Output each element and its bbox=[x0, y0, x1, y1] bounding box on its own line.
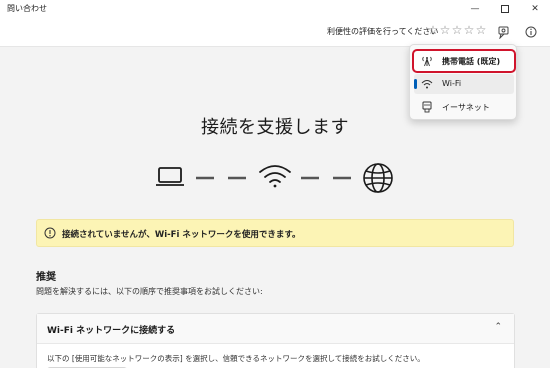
card-header[interactable]: Wi-Fi ネットワークに接続する ⌃ bbox=[37, 314, 514, 344]
minimize-icon: — bbox=[470, 3, 480, 14]
star-icon[interactable]: ☆ bbox=[439, 24, 451, 36]
feedback-icon bbox=[498, 26, 508, 39]
menu-item-label: Wi-Fi bbox=[442, 79, 462, 88]
maximize-button[interactable] bbox=[490, 0, 520, 17]
menu-item-ethernet[interactable]: イーサネット bbox=[414, 97, 514, 117]
menu-item-label: 携帯電話 (既定) bbox=[442, 57, 501, 66]
close-button[interactable]: ✕ bbox=[520, 0, 550, 17]
info-icon bbox=[525, 26, 537, 38]
wifi-icon bbox=[259, 165, 291, 188]
maximize-icon bbox=[501, 4, 509, 13]
recommend-description: 問題を解決するには、以下の順序で推奨事項をお試しください: bbox=[36, 287, 263, 296]
info-button[interactable] bbox=[524, 25, 538, 39]
star-icon[interactable]: ☆ bbox=[427, 24, 439, 36]
window-title: 問い合わせ bbox=[7, 4, 47, 13]
minimize-button[interactable]: — bbox=[460, 0, 490, 17]
chevron-up-icon[interactable]: ⌃ bbox=[494, 322, 502, 332]
laptop-icon bbox=[156, 167, 184, 186]
cellular-icon bbox=[422, 56, 432, 67]
recommendation-card: Wi-Fi ネットワークに接続する ⌃ 以下の [使用可能なネットワークの表示]… bbox=[36, 313, 515, 368]
card-title: Wi-Fi ネットワークに接続する bbox=[47, 326, 176, 336]
star-rating[interactable]: ☆ ☆ ☆ ☆ ☆ bbox=[427, 24, 487, 36]
star-icon[interactable]: ☆ bbox=[475, 24, 487, 36]
feedback-button[interactable] bbox=[496, 25, 510, 39]
wifi-icon bbox=[421, 80, 433, 89]
banner-text: 接続されていませんが、Wi-Fi ネットワークを使用できます。 bbox=[62, 230, 301, 240]
status-banner: 接続されていませんが、Wi-Fi ネットワークを使用できます。 bbox=[36, 219, 514, 247]
ethernet-icon bbox=[422, 101, 432, 113]
info-icon bbox=[44, 227, 56, 239]
close-icon: ✕ bbox=[531, 3, 539, 14]
selection-indicator bbox=[414, 79, 417, 89]
menu-item-cellular[interactable]: 携帯電話 (既定) bbox=[412, 49, 516, 73]
card-body-text: 以下の [使用可能なネットワークの表示] を選択し、信頼できるネットワークを選択… bbox=[47, 354, 425, 363]
menu-item-label: イーサネット bbox=[442, 103, 490, 112]
header-bar: 利便性の評価を行ってください ☆ ☆ ☆ ☆ ☆ bbox=[0, 17, 550, 47]
menu-item-wifi[interactable]: Wi-Fi bbox=[414, 74, 514, 94]
star-icon[interactable]: ☆ bbox=[451, 24, 463, 36]
globe-icon bbox=[363, 163, 393, 193]
title-bar: 問い合わせ — ✕ bbox=[0, 0, 550, 17]
connection-diagram bbox=[156, 163, 393, 193]
connection-type-menu: 携帯電話 (既定) Wi-Fi イーサネット bbox=[409, 44, 517, 120]
recommend-heading: 推奨 bbox=[36, 272, 56, 283]
rating-label: 利便性の評価を行ってください bbox=[327, 27, 439, 36]
star-icon[interactable]: ☆ bbox=[463, 24, 475, 36]
